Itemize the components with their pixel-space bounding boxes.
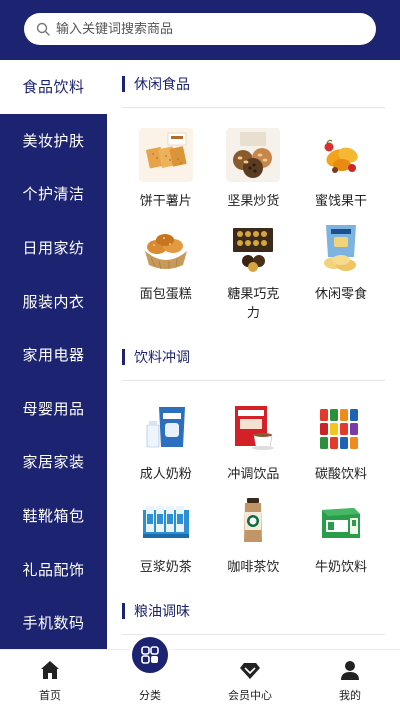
coffee-image [226, 494, 281, 548]
category-sidebar: 食品饮料 美妆护肤 个护清洁 日用家纺 服装内衣 家用电器 母婴用品 家居家装 … [0, 60, 107, 649]
subcategory-bread-cake[interactable]: 面包蛋糕 [122, 221, 210, 323]
tab-category[interactable]: 分类 [100, 634, 200, 711]
subcategory-label: 休闲零食 [314, 287, 367, 302]
sidebar-item-appliances[interactable]: 家用电器 [0, 328, 107, 382]
soy-milk-image [138, 494, 193, 548]
tab-mine-label: 我的 [339, 689, 361, 702]
subcategory-snacks[interactable]: 休闲零食 [297, 221, 385, 323]
section-title: 饮料冲调 [134, 349, 190, 366]
milk-powder-image [138, 401, 193, 455]
section-marker [122, 75, 125, 92]
sidebar-item-digital[interactable]: 手机数码 [0, 596, 107, 649]
section-title: 休闲食品 [134, 76, 190, 93]
search-box[interactable] [24, 13, 376, 45]
subcategory-label: 碳酸饮料 [314, 467, 367, 482]
tab-mine[interactable]: 我的 [300, 650, 400, 711]
category-tab-circle [129, 634, 171, 676]
section-marker [122, 602, 125, 619]
tab-member-center[interactable]: 会员中心 [200, 650, 300, 711]
bread-image [138, 221, 193, 275]
home-icon [41, 661, 59, 679]
chocolate-image [226, 221, 281, 275]
subcategory-milk-drinks[interactable]: 牛奶饮料 [297, 494, 385, 577]
subcategory-adult-milk-powder[interactable]: 成人奶粉 [122, 401, 210, 484]
sidebar-item-daily-textiles[interactable]: 日用家纺 [0, 221, 107, 275]
section-header: 饮料冲调 [122, 333, 385, 381]
category-content: 休闲食品 饼干薯片 坚果炒货 蜜饯果干 面包蛋糕 糖果巧克力 休闲零食 饮料冲调… [107, 60, 400, 649]
section-header: 休闲食品 [122, 60, 385, 108]
dried-fruit-image [313, 128, 368, 182]
subcategory-soda[interactable]: 碳酸饮料 [297, 401, 385, 484]
section-beverages: 饮料冲调 成人奶粉 冲调饮品 碳酸饮料 豆浆奶茶 咖啡茶饮 牛奶饮料 [122, 333, 385, 587]
subcategory-instant-drinks[interactable]: 冲调饮品 [210, 401, 298, 484]
biscuits-image [138, 128, 193, 182]
sidebar-item-baby[interactable]: 母婴用品 [0, 382, 107, 436]
subcategory-dried-fruit[interactable]: 蜜饯果干 [297, 128, 385, 211]
section-grain-oil: 粮油调味 [122, 587, 385, 635]
snacks-image [313, 221, 368, 275]
subcategory-label: 咖啡茶饮 [227, 560, 280, 575]
bottom-tab-bar: 首页 分类 会员中心 我的 [0, 634, 400, 711]
section-header: 粮油调味 [122, 587, 385, 635]
subcategory-soy-milk-tea[interactable]: 豆浆奶茶 [122, 494, 210, 577]
subcategory-label: 面包蛋糕 [139, 287, 192, 302]
sidebar-item-home-decor[interactable]: 家居家装 [0, 435, 107, 489]
subcategory-label: 蜜饯果干 [314, 194, 367, 209]
subcategory-label: 成人奶粉 [139, 467, 192, 482]
diamond-icon [240, 663, 260, 679]
subcategory-label: 牛奶饮料 [314, 560, 367, 575]
subcategory-grid: 饼干薯片 坚果炒货 蜜饯果干 面包蛋糕 糖果巧克力 休闲零食 [122, 108, 385, 333]
search-icon [36, 22, 50, 36]
subcategory-candy-chocolate[interactable]: 糖果巧克力 [210, 221, 298, 323]
milk-drinks-image [313, 494, 368, 548]
tab-home-label: 首页 [39, 689, 61, 702]
section-marker [122, 348, 125, 365]
sidebar-item-clothing[interactable]: 服装内衣 [0, 274, 107, 328]
subcategory-label: 坚果炒货 [227, 194, 280, 209]
subcategory-label: 饼干薯片 [139, 194, 192, 209]
tab-member-label: 会员中心 [228, 689, 272, 702]
subcategory-label: 糖果巧克力 [227, 287, 280, 321]
category-grid-icon [141, 646, 159, 664]
user-icon [341, 661, 359, 680]
sidebar-item-shoes-bags[interactable]: 鞋靴箱包 [0, 489, 107, 543]
subcategory-grid: 成人奶粉 冲调饮品 碳酸饮料 豆浆奶茶 咖啡茶饮 牛奶饮料 [122, 381, 385, 587]
sidebar-item-beauty[interactable]: 美妆护肤 [0, 114, 107, 168]
subcategory-coffee-tea[interactable]: 咖啡茶饮 [210, 494, 298, 577]
top-bar [0, 0, 400, 60]
search-input[interactable] [56, 21, 356, 37]
sidebar-item-personal-care[interactable]: 个护清洁 [0, 167, 107, 221]
section-snacks: 休闲食品 饼干薯片 坚果炒货 蜜饯果干 面包蛋糕 糖果巧克力 休闲零食 [122, 60, 385, 333]
sidebar-item-gifts[interactable]: 礼品配饰 [0, 542, 107, 596]
instant-drinks-image [226, 401, 281, 455]
tab-home[interactable]: 首页 [0, 650, 100, 711]
subcategory-label: 豆浆奶茶 [139, 560, 192, 575]
sidebar-item-food-drink[interactable]: 食品饮料 [0, 60, 107, 114]
nuts-image [226, 128, 281, 182]
subcategory-biscuits-chips[interactable]: 饼干薯片 [122, 128, 210, 211]
section-title: 粮油调味 [134, 603, 190, 620]
subcategory-nuts[interactable]: 坚果炒货 [210, 128, 298, 211]
subcategory-label: 冲调饮品 [227, 467, 280, 482]
tab-category-label: 分类 [139, 689, 161, 702]
soda-image [313, 401, 368, 455]
